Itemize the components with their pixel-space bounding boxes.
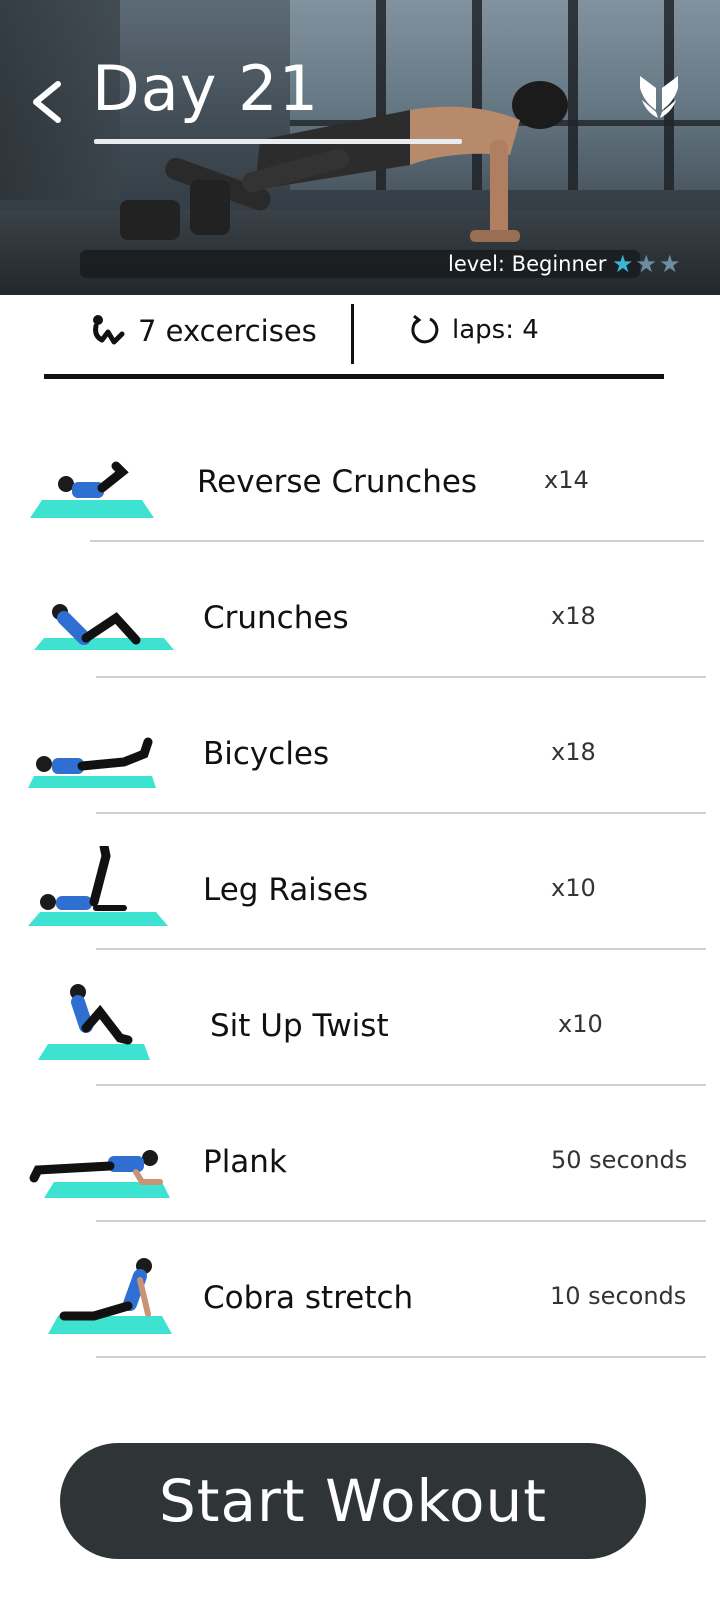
page-title: Day 21 <box>92 52 320 125</box>
title-underline <box>94 139 462 144</box>
reverse-crunches-illustration <box>30 461 154 518</box>
laps-count-text: laps: 4 <box>452 315 539 345</box>
exercise-count: x10 <box>558 1010 603 1038</box>
exercise-name: Cobra stretch <box>203 1280 414 1316</box>
exercise-row-crunches[interactable]: Crunches x18 <box>0 546 720 682</box>
exercise-count: x10 <box>551 874 596 902</box>
exercise-count: 10 seconds <box>550 1282 687 1310</box>
exercise-name: Bicycles <box>203 736 330 772</box>
exercise-count: 50 seconds <box>551 1146 688 1174</box>
star-icon: ★ <box>659 250 681 278</box>
difficulty-level-text: level: Beginner <box>448 252 607 276</box>
row-divider <box>90 540 704 542</box>
row-divider <box>96 1084 706 1086</box>
leg-raises-illustration <box>28 846 168 926</box>
exercise-name: Leg Raises <box>203 872 369 908</box>
back-button[interactable] <box>28 78 68 126</box>
difficulty-stars: ★ ★ ★ <box>612 252 681 276</box>
exercise-row-leg-raises[interactable]: Leg Raises x10 <box>0 818 720 954</box>
workout-stats: 7 excercises laps: 4 <box>44 300 664 380</box>
stats-divider <box>351 304 354 364</box>
hero-banner: Day 21 level: Beginner ★ ★ ★ <box>0 0 720 295</box>
star-icon: ★ <box>635 250 658 278</box>
sit-up-twist-illustration <box>38 984 150 1060</box>
crunches-illustration <box>34 604 174 650</box>
exercise-name: Plank <box>203 1144 287 1180</box>
exercise-name: Crunches <box>203 600 349 636</box>
exercise-count: 7 excercises <box>90 314 317 348</box>
exercise-row-sit-up-twist[interactable]: Sit Up Twist x10 <box>0 954 720 1090</box>
exercise-row-cobra-stretch[interactable]: Cobra stretch 10 seconds <box>0 1226 720 1362</box>
stats-underline <box>44 374 664 379</box>
exercise-count-text: 7 excercises <box>138 314 317 348</box>
exercise-name: Sit Up Twist <box>210 1008 389 1044</box>
row-divider <box>96 1356 706 1358</box>
exercise-name: Reverse Crunches <box>197 464 478 500</box>
bicycles-illustration <box>28 737 156 788</box>
exercise-icon <box>93 315 125 345</box>
exercise-row-bicycles[interactable]: Bicycles x18 <box>0 682 720 818</box>
exercise-count: x14 <box>544 466 589 494</box>
exercise-count: x18 <box>551 602 596 630</box>
plank-illustration <box>29 1150 170 1198</box>
star-icon: ★ <box>612 250 634 278</box>
cobra-stretch-illustration <box>48 1258 172 1334</box>
start-workout-button[interactable]: Start Wokout <box>60 1443 646 1559</box>
refresh-icon <box>411 314 439 344</box>
exercise-row-reverse-crunches[interactable]: Reverse Crunches x14 <box>0 410 720 546</box>
laps-count: laps: 4 <box>408 314 539 346</box>
chevron-left-icon <box>33 81 61 123</box>
row-divider <box>96 676 706 678</box>
row-divider <box>96 812 706 814</box>
row-divider <box>96 1220 706 1222</box>
app-logo-icon <box>640 76 678 118</box>
exercise-count: x18 <box>551 738 596 766</box>
row-divider <box>96 948 706 950</box>
exercise-row-plank[interactable]: Plank 50 seconds <box>0 1090 720 1226</box>
